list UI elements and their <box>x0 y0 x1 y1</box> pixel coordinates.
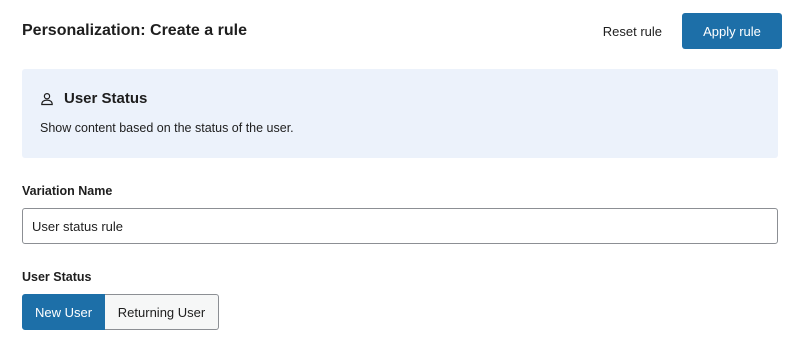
header-actions: Reset rule Apply rule <box>593 13 782 49</box>
returning-user-option[interactable]: Returning User <box>105 294 219 330</box>
page-title: Personalization: Create a rule <box>22 22 247 39</box>
rule-editor: Personalization: Create a rule Reset rul… <box>0 0 792 353</box>
user-status-toggle-group: New User Returning User <box>22 294 219 330</box>
reset-rule-button[interactable]: Reset rule <box>593 13 672 49</box>
variation-name-label: Variation Name <box>22 184 113 198</box>
info-title-row: User Status <box>40 90 147 107</box>
info-panel: User Status Show content based on the st… <box>22 69 778 158</box>
header: Personalization: Create a rule Reset rul… <box>22 13 782 49</box>
variation-name-input[interactable] <box>22 208 778 244</box>
info-description: Show content based on the status of the … <box>40 121 294 135</box>
user-icon <box>40 92 54 106</box>
user-status-label: User Status <box>22 270 92 284</box>
new-user-option[interactable]: New User <box>22 294 105 330</box>
info-title: User Status <box>64 90 148 107</box>
apply-rule-button[interactable]: Apply rule <box>682 13 782 49</box>
